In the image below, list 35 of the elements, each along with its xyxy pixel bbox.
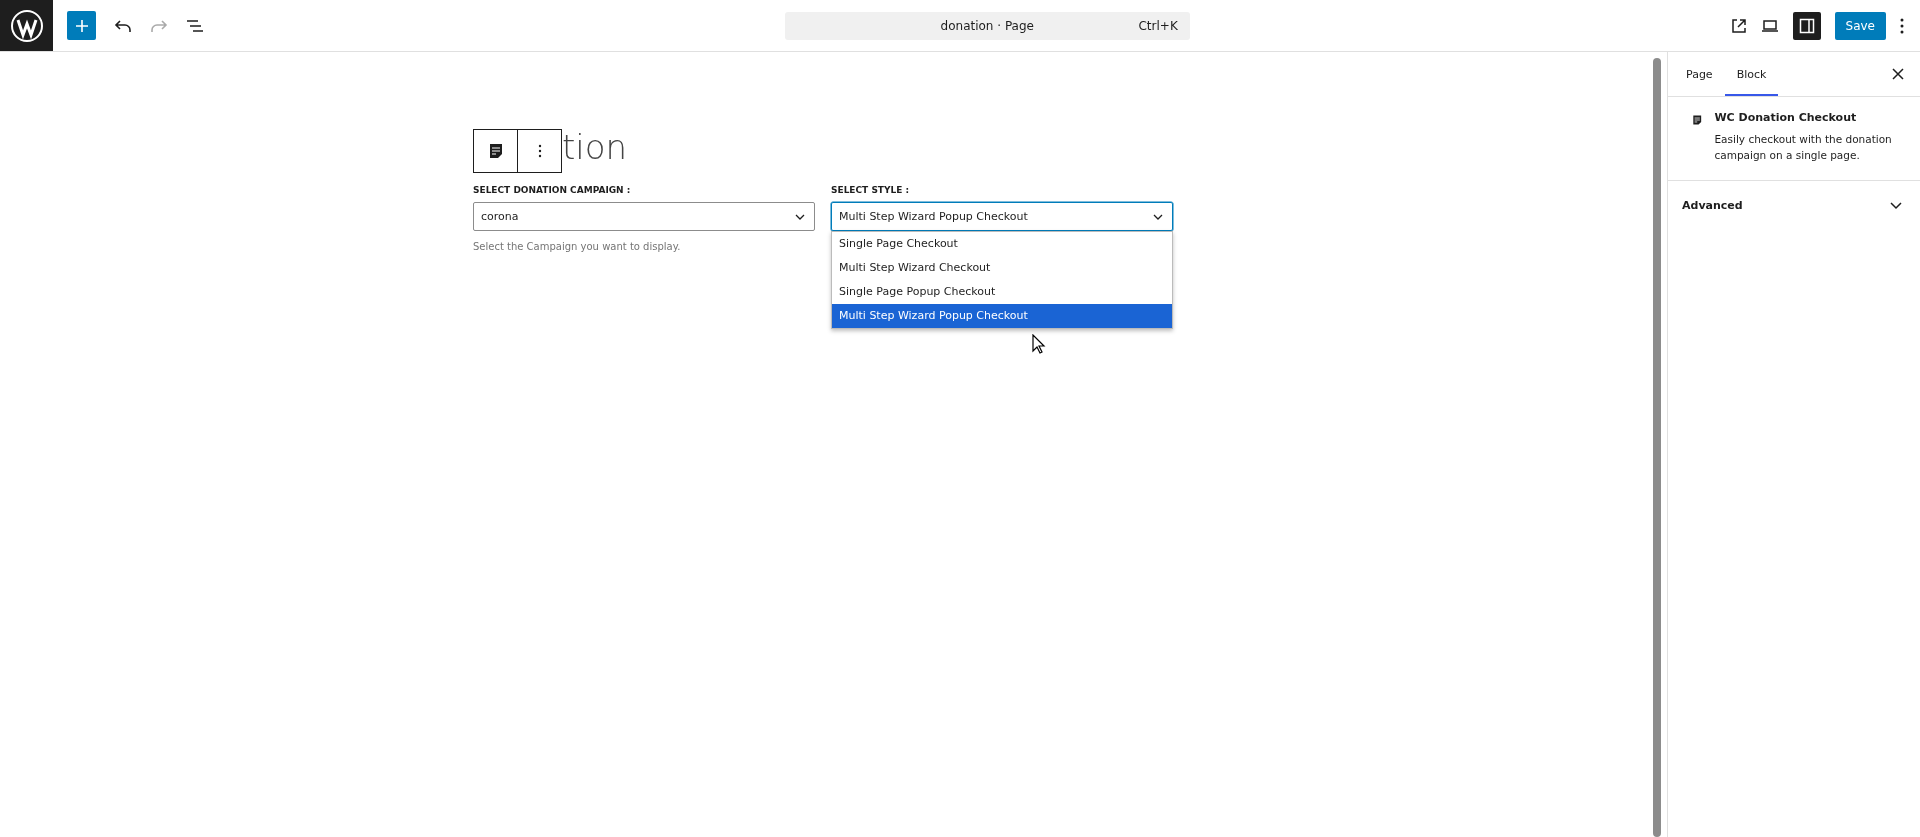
- dropdown-option[interactable]: Single Page Popup Checkout: [832, 280, 1172, 304]
- undo-icon[interactable]: [114, 18, 132, 33]
- save-button[interactable]: Save: [1834, 11, 1886, 40]
- select-field[interactable]: corona: [473, 202, 815, 231]
- document-icon: [487, 143, 504, 159]
- external-link-icon[interactable]: [1730, 17, 1747, 34]
- laptop-icon[interactable]: [1760, 18, 1779, 33]
- add-block-button[interactable]: [67, 11, 96, 40]
- block-description: Easily checkout with the donation campaign on a single page.: [1714, 132, 1893, 163]
- sidebar-panel-icon: [1798, 17, 1815, 34]
- more-options-icon[interactable]: [1900, 17, 1904, 34]
- plus-icon: [74, 18, 89, 33]
- dropdown-option[interactable]: Single Page Checkout: [832, 232, 1172, 256]
- help-text: Select the Campaign you want to display.: [473, 241, 682, 252]
- block-title: WC Donation Checkout: [1714, 111, 1858, 124]
- close-icon[interactable]: [1892, 68, 1904, 80]
- chevron-down-icon: [795, 213, 805, 220]
- sidebar-tab[interactable]: Page: [1674, 52, 1725, 96]
- settings-sidebar-button[interactable]: [1792, 11, 1821, 40]
- wordpress-logo[interactable]: [0, 0, 53, 51]
- command-bar[interactable]: donation · Page Ctrl+K: [784, 11, 1190, 40]
- dropdown-option[interactable]: Multi Step Wizard Popup Checkout: [832, 304, 1172, 328]
- more-options-icon: [537, 144, 542, 158]
- dropdown-option[interactable]: Multi Step Wizard Checkout: [832, 256, 1172, 280]
- chevron-down-icon: [1890, 201, 1902, 210]
- sidebar-tab[interactable]: Block: [1724, 52, 1779, 96]
- chevron-down-icon: [1153, 213, 1163, 220]
- field-label: SELECT STYLE :: [831, 185, 911, 195]
- mouse-cursor-icon: [1032, 334, 1046, 354]
- page-heading: tion: [562, 130, 628, 164]
- panel-header[interactable]: Advanced: [1668, 180, 1920, 232]
- list-view-icon[interactable]: [186, 18, 204, 33]
- field-label: SELECT DONATION CAMPAIGN :: [473, 185, 632, 195]
- scrollbar[interactable]: [1653, 58, 1661, 837]
- select-field[interactable]: Multi Step Wizard Popup Checkout: [831, 202, 1173, 231]
